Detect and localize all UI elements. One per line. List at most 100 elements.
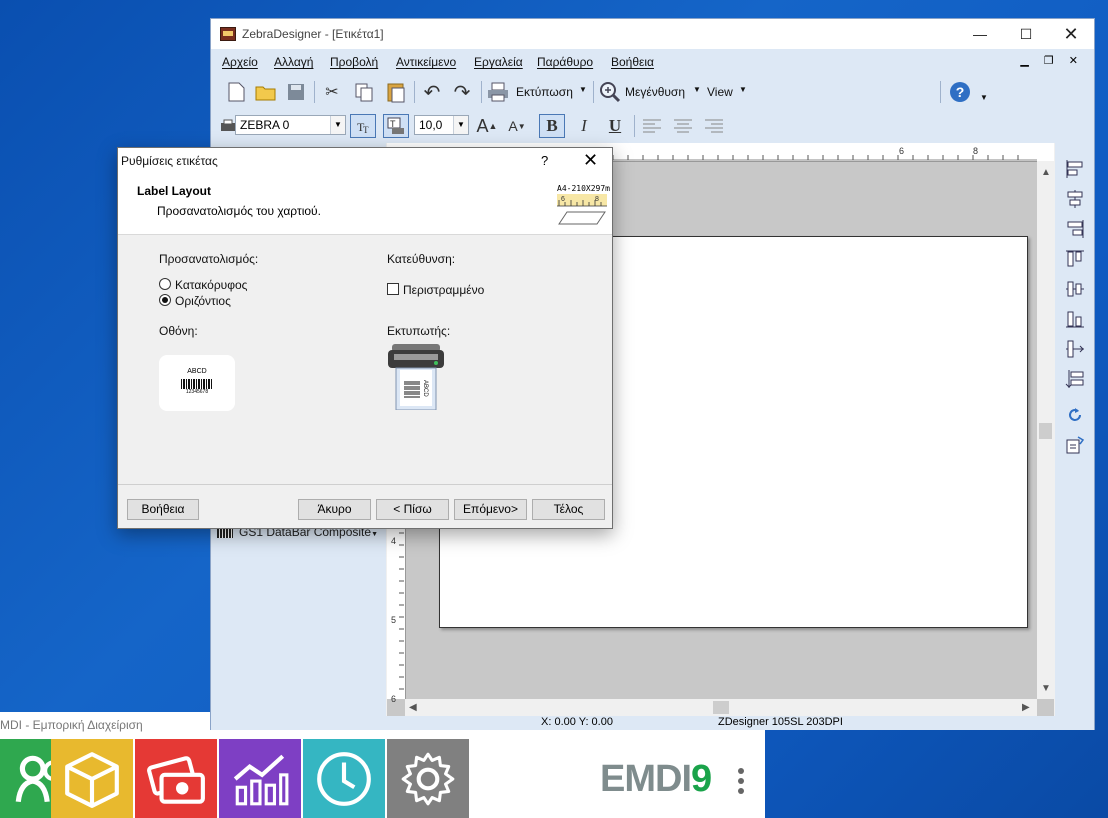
align-center-objects-icon[interactable] — [1065, 189, 1085, 209]
align-top-objects-icon[interactable] — [1065, 249, 1085, 269]
view-dropdown-arrow-icon[interactable]: ▼ — [739, 85, 747, 94]
vertical-scroll-thumb[interactable] — [1039, 423, 1052, 439]
paste-icon[interactable] — [383, 80, 409, 104]
menu-window[interactable]: Παράθυρο — [537, 55, 593, 69]
printer-text-tool-icon[interactable]: T — [383, 114, 409, 138]
rotated-label[interactable]: Περιστραμμένο — [403, 283, 484, 297]
zoom-dropdown-arrow-icon[interactable]: ▼ — [693, 85, 701, 94]
horizontal-scroll-thumb[interactable] — [713, 701, 729, 714]
paper-ruler-icon: 68 — [557, 194, 607, 225]
font-size-combo[interactable]: 10,0 ▼ — [414, 115, 469, 135]
italic-button[interactable]: I — [571, 114, 597, 138]
minimize-button[interactable]: — — [957, 19, 1003, 49]
statistics-tile[interactable] — [219, 739, 301, 818]
bold-button[interactable]: B — [539, 114, 565, 138]
scroll-right-icon: ▶ — [1022, 702, 1030, 713]
print-label[interactable]: Εκτύπωση — [516, 85, 573, 99]
next-button[interactable]: Επόμενο> — [454, 499, 527, 520]
back-button[interactable]: < Πίσω — [376, 499, 449, 520]
ruler-mark-5: 5 — [391, 615, 397, 625]
preview-text: ABCD — [187, 368, 207, 375]
menu-help[interactable]: Βοήθεια — [611, 55, 654, 69]
current-printer: ZDesigner 105SL 203DPI — [718, 716, 843, 728]
printer-label: Εκτυπωτής: — [387, 324, 451, 338]
landscape-radio[interactable] — [159, 294, 171, 306]
window-titlebar: ZebraDesigner - [Ετικέτα1] — ☐ ✕ — [211, 19, 1094, 49]
svg-text:?: ? — [956, 84, 965, 100]
undo-icon[interactable]: ↶ — [419, 80, 445, 104]
ruler-mark-6: 6 — [899, 146, 905, 156]
object-properties-icon[interactable] — [1065, 435, 1085, 455]
zoom-icon[interactable] — [597, 80, 623, 104]
standard-toolbar: ✂ ↶ ↷ Εκτύπωση ▼ Μεγένθυση ▼ View ▼ ? ▼ — [211, 75, 1094, 109]
maximize-button[interactable]: ☐ — [1003, 19, 1049, 49]
font-combo[interactable]: ZEBRA 0 ▼ — [235, 115, 346, 135]
underline-button[interactable]: U — [602, 114, 628, 138]
align-center-icon[interactable] — [670, 114, 696, 138]
dialog-help-button[interactable]: ? — [541, 153, 548, 168]
portrait-label[interactable]: Κατακόρυφος — [175, 278, 247, 292]
menu-tools[interactable]: Εργαλεία — [474, 55, 523, 69]
align-left-icon[interactable] — [639, 114, 665, 138]
rotate-icon[interactable] — [1065, 405, 1085, 425]
new-file-icon[interactable] — [223, 80, 249, 104]
cursor-coordinates: X: 0.00 Y: 0.00 — [541, 716, 613, 728]
view-label[interactable]: View — [707, 85, 733, 99]
menu-object[interactable]: Αντικείμενο — [396, 55, 456, 69]
scroll-left-icon: ◀ — [409, 702, 417, 713]
chart-icon — [233, 754, 289, 805]
align-left-objects-icon[interactable] — [1065, 159, 1085, 179]
products-tile[interactable] — [51, 739, 133, 818]
menu-edit[interactable]: Αλλαγή — [274, 55, 313, 69]
status-bar: X: 0.00 Y: 0.00 ZDesigner 105SL 203DPI — [211, 716, 1094, 730]
open-folder-icon[interactable] — [253, 80, 279, 104]
distribute-horizontal-icon[interactable] — [1065, 339, 1085, 359]
dialog-close-icon[interactable]: ✕ — [583, 150, 598, 171]
barcode-icon — [217, 527, 233, 538]
increase-font-icon[interactable]: A ▲ — [474, 114, 500, 138]
menu-file[interactable]: Αρχείο — [222, 55, 258, 69]
text-tool-icon[interactable]: TT — [350, 114, 376, 138]
align-right-icon[interactable] — [701, 114, 727, 138]
ruler-mark-8: 8 — [973, 146, 979, 156]
align-bottom-objects-icon[interactable] — [1065, 309, 1085, 329]
wizard-step-description: Προσανατολισμός του χαρτιού. — [157, 204, 321, 218]
more-menu-icon[interactable] — [738, 768, 746, 798]
horizontal-scrollbar[interactable]: ◀ ▶ — [405, 699, 1037, 717]
align-right-objects-icon[interactable] — [1065, 219, 1085, 239]
dialog-header: Label Layout Προσανατολισμός του χαρτιού… — [118, 174, 612, 235]
vertical-scrollbar[interactable]: ▲ ▼ — [1037, 161, 1054, 699]
decrease-font-icon[interactable]: A ▼ — [504, 114, 530, 138]
svg-text:6: 6 — [561, 196, 565, 203]
close-button[interactable]: ✕ — [1048, 19, 1094, 49]
screen-preview: ABCD 12345678 — [159, 355, 235, 411]
ruler-mark-6-vertical: 6 — [391, 694, 397, 704]
ruler-mark-4: 4 — [391, 536, 397, 546]
help-button[interactable]: Βοήθεια — [127, 499, 199, 520]
cancel-button[interactable]: Άκυρο — [298, 499, 371, 520]
finish-button[interactable]: Τέλος — [532, 499, 605, 520]
landscape-label[interactable]: Οριζόντιος — [175, 294, 231, 308]
cut-icon[interactable]: ✂ — [319, 80, 345, 104]
save-icon[interactable] — [283, 80, 309, 104]
portrait-radio[interactable] — [159, 278, 171, 290]
rotated-checkbox[interactable] — [387, 283, 399, 295]
mdi-window-controls[interactable]: ▁ ❐ ✕ — [1020, 54, 1084, 67]
print-dropdown-arrow-icon[interactable]: ▼ — [579, 85, 587, 94]
history-tile[interactable] — [303, 739, 385, 818]
emdi-logo: EMDI9 — [600, 758, 712, 800]
wizard-step-heading: Label Layout — [137, 184, 212, 198]
printer-icon[interactable] — [485, 80, 511, 104]
finance-tile[interactable] — [135, 739, 217, 818]
menu-view[interactable]: Προβολή — [330, 55, 378, 69]
settings-tile[interactable] — [387, 739, 469, 818]
svg-text:T: T — [363, 125, 369, 135]
zoom-label[interactable]: Μεγένθυση — [625, 85, 685, 99]
scroll-up-icon: ▲ — [1041, 167, 1051, 178]
distribute-vertical-icon[interactable] — [1065, 369, 1085, 389]
redo-icon[interactable]: ↷ — [449, 80, 475, 104]
copy-icon[interactable] — [351, 80, 377, 104]
align-middle-objects-icon[interactable] — [1065, 279, 1085, 299]
toolbar-overflow-icon[interactable]: ▼ — [980, 93, 988, 102]
help-icon[interactable]: ? — [947, 80, 973, 104]
